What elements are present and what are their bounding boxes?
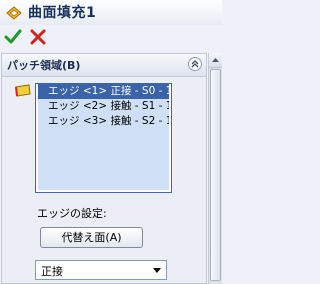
edge-settings-label: エッジの設定: xyxy=(37,207,107,220)
patch-area-panel: パッチ領域(B) エッジ <1> 正接 - S0 - 1 エッジ <2> 接触 -… xyxy=(1,53,207,284)
window-title: 曲面填充1 xyxy=(28,5,97,21)
condition-select-value: 正接 xyxy=(41,265,63,278)
list-item[interactable]: エッジ <1> 正接 - S0 - 1 xyxy=(38,84,169,99)
surface-fill-icon xyxy=(6,6,22,20)
scroll-up-button[interactable] xyxy=(209,53,222,68)
scrollbar[interactable] xyxy=(208,53,222,284)
list-item[interactable]: エッジ <3> 接触 - S2 - 1 xyxy=(38,114,169,129)
title-bar: 曲面填充1 xyxy=(0,0,222,25)
list-item[interactable]: エッジ <2> 接触 - S1 - 1 xyxy=(38,99,169,114)
panel-header[interactable]: パッチ領域(B) xyxy=(2,54,206,77)
close-icon[interactable] xyxy=(29,28,47,46)
replace-face-button[interactable]: 代替え面(A) xyxy=(40,227,143,248)
condition-select[interactable]: 正接 xyxy=(35,260,167,280)
chevron-down-icon xyxy=(151,264,163,276)
edge-list[interactable]: エッジ <1> 正接 - S0 - 1 エッジ <2> 接触 - S1 - 1 エッ… xyxy=(35,83,172,193)
panel-title: パッチ領域(B) xyxy=(7,59,81,72)
edge-selection-icon xyxy=(13,84,33,98)
edge-list-body: エッジ <1> 正接 - S0 - 1 エッジ <2> 接触 - S1 - 1 エッ… xyxy=(38,84,169,190)
chevron-up-icon[interactable] xyxy=(188,57,202,71)
action-bar xyxy=(0,25,222,49)
scroll-thumb[interactable] xyxy=(210,69,221,281)
check-icon[interactable] xyxy=(4,28,22,46)
